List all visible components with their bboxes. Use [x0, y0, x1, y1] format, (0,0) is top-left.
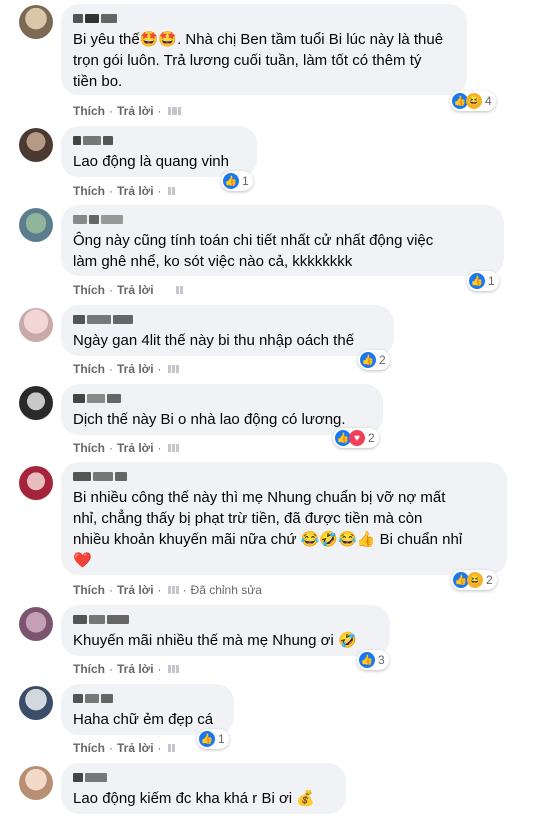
reaction-summary[interactable]: 👍 1: [467, 271, 499, 291]
avatar[interactable]: [19, 466, 53, 500]
comment-bubble: Lao động là quang vinh: [61, 126, 257, 177]
timestamp[interactable]: [167, 187, 175, 195]
comment-actions: Thích · Trả lời ·: [73, 662, 179, 676]
like-action[interactable]: Thích: [73, 583, 105, 597]
timestamp[interactable]: [167, 365, 179, 373]
comment-text: Lao động kiếm đc kha khá r Bi ơi 💰: [73, 790, 315, 807]
commenter-name[interactable]: [73, 133, 245, 147]
commenter-name[interactable]: [73, 770, 334, 784]
avatar[interactable]: [19, 386, 53, 420]
comment-text: Dịch thế này Bi o nhà lao động có lương.: [73, 411, 346, 428]
like-action[interactable]: Thích: [73, 104, 105, 118]
haha-icon: 😆: [466, 93, 482, 109]
reply-action[interactable]: Trả lời: [117, 741, 154, 755]
comment-actions: Thích · Trả lời ·: [73, 362, 179, 376]
timestamp[interactable]: [175, 286, 183, 294]
comment-actions: Thích · Trả lời ·: [73, 441, 179, 455]
like-icon: 👍: [199, 731, 215, 747]
avatar[interactable]: [19, 308, 53, 342]
avatar[interactable]: [19, 686, 53, 720]
comment-bubble: Ngày gan 4lit thế này bi thu nhập oách t…: [61, 305, 394, 356]
haha-icon: 😆: [467, 572, 483, 588]
commenter-name[interactable]: [73, 212, 492, 226]
like-action[interactable]: Thích: [73, 441, 105, 455]
timestamp[interactable]: [167, 444, 179, 452]
like-icon: 👍: [223, 173, 239, 189]
reaction-summary[interactable]: 👍 1: [197, 729, 229, 749]
love-icon: ♥: [349, 430, 365, 446]
commenter-name[interactable]: [73, 612, 378, 626]
like-icon: 👍: [360, 352, 376, 368]
comment-text: Bi nhiều công thế này thì mẹ Nhung chuẩn…: [73, 489, 463, 569]
comment-actions: Thích · Trả lời: [73, 283, 183, 297]
reaction-summary[interactable]: 👍 ♥ 2: [333, 428, 379, 448]
timestamp[interactable]: [167, 107, 181, 115]
reaction-summary[interactable]: 👍 😆 2: [451, 570, 497, 590]
like-action[interactable]: Thích: [73, 741, 105, 755]
edited-label: Đã chỉnh sửa: [190, 583, 262, 597]
reaction-summary[interactable]: 👍 😆 4: [450, 91, 496, 111]
avatar[interactable]: [19, 208, 53, 242]
reply-action[interactable]: Trả lời: [117, 184, 154, 198]
like-action[interactable]: Thích: [73, 662, 105, 676]
comment-text: Ngày gan 4lit thế này bi thu nhập oách t…: [73, 332, 355, 349]
comment-text: Bi yêu thế🤩🤩. Nhà chị Ben tầm tuổi Bi lú…: [73, 31, 444, 90]
commenter-name[interactable]: [73, 391, 371, 405]
comment-actions: Thích · Trả lời ·: [73, 104, 181, 118]
comment-text: Khuyến mãi nhiều thế mà mẹ Nhung ơi 🤣: [73, 632, 357, 649]
comment-text: Ông này cũng tính toán chi tiết nhất cử …: [73, 232, 434, 270]
avatar[interactable]: [19, 5, 53, 39]
comment-bubble: Haha chữ ẻm đẹp cá: [61, 684, 234, 735]
reply-action[interactable]: Trả lời: [117, 441, 154, 455]
reaction-summary[interactable]: 👍 1: [221, 171, 253, 191]
like-action[interactable]: Thích: [73, 184, 105, 198]
reaction-summary[interactable]: 👍 2: [358, 350, 390, 370]
reply-action[interactable]: Trả lời: [117, 362, 154, 376]
reply-action[interactable]: Trả lời: [117, 662, 154, 676]
avatar[interactable]: [19, 128, 53, 162]
comment-actions: Thích · Trả lời ·: [73, 184, 175, 198]
like-action[interactable]: Thích: [73, 283, 105, 297]
comment-bubble: Dịch thế này Bi o nhà lao động có lương.: [61, 384, 383, 435]
commenter-name[interactable]: [73, 312, 382, 326]
comment-actions: Thích · Trả lời ·: [73, 741, 175, 755]
reply-action[interactable]: Trả lời: [117, 283, 154, 297]
timestamp[interactable]: [167, 744, 175, 752]
timestamp[interactable]: [167, 665, 179, 673]
reply-action[interactable]: Trả lời: [117, 104, 154, 118]
commenter-name[interactable]: [73, 469, 495, 483]
commenter-name[interactable]: [73, 11, 455, 25]
reply-action[interactable]: Trả lời: [117, 583, 154, 597]
like-action[interactable]: Thích: [73, 362, 105, 376]
like-icon: 👍: [359, 652, 375, 668]
comment-text: Haha chữ ẻm đẹp cá: [73, 711, 214, 728]
comment-bubble: Khuyến mãi nhiều thế mà mẹ Nhung ơi 🤣: [61, 605, 390, 656]
comment-bubble: Lao động kiếm đc kha khá r Bi ơi 💰: [61, 763, 346, 814]
comment-bubble: Bi nhiều công thế này thì mẹ Nhung chuẩn…: [61, 462, 507, 575]
like-icon: 👍: [469, 273, 485, 289]
comment-bubble: Bi yêu thế🤩🤩. Nhà chị Ben tầm tuổi Bi lú…: [61, 4, 467, 95]
commenter-name[interactable]: [73, 691, 222, 705]
comment-actions: Thích · Trả lời · · Đã chỉnh sửa: [73, 583, 262, 597]
comment-bubble: Ông này cũng tính toán chi tiết nhất cử …: [61, 205, 504, 276]
avatar[interactable]: [19, 607, 53, 641]
timestamp[interactable]: [167, 586, 179, 594]
avatar[interactable]: [19, 766, 53, 800]
reaction-summary[interactable]: 👍 3: [357, 650, 389, 670]
comment-text: Lao động là quang vinh: [73, 153, 229, 170]
